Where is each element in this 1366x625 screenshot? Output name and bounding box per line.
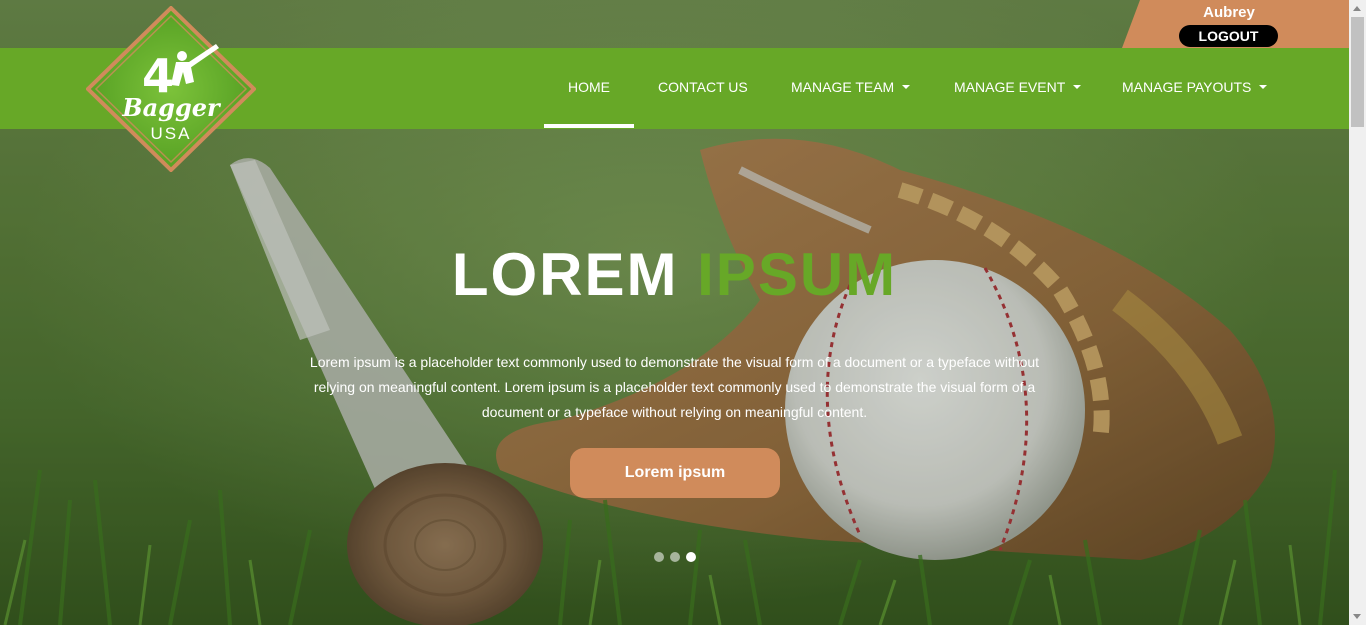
logo-country: USA	[151, 124, 192, 143]
scroll-down-icon[interactable]	[1353, 614, 1361, 619]
caret-down-icon	[902, 85, 911, 89]
caret-down-icon	[1259, 85, 1268, 89]
logout-button[interactable]: LOGOUT	[1179, 25, 1278, 47]
nav-active-indicator	[544, 124, 634, 128]
user-panel: Aubrey LOGOUT	[1122, 0, 1349, 48]
nav-home[interactable]: HOME	[568, 48, 610, 129]
user-name: Aubrey	[1203, 4, 1255, 21]
nav-manage-team-label: MANAGE TEAM	[791, 79, 895, 95]
nav-manage-payouts-dropdown[interactable]: MANAGE PAYOUTS	[1122, 48, 1268, 129]
nav-manage-payouts-label: MANAGE PAYOUTS	[1122, 79, 1252, 95]
nav-manage-event-label: MANAGE EVENT	[954, 79, 1066, 95]
nav-manage-event-dropdown[interactable]: MANAGE EVENT	[954, 48, 1082, 129]
hero-title: LOREM IPSUM	[0, 240, 1349, 309]
scroll-thumb[interactable]	[1351, 17, 1364, 127]
nav-contact-label: CONTACT US	[658, 79, 748, 95]
nav-home-label: HOME	[568, 79, 610, 95]
carousel-dot-3[interactable]	[686, 552, 696, 562]
hero-title-white: LOREM	[451, 241, 679, 308]
scroll-up-icon[interactable]	[1353, 6, 1361, 11]
hero-title-green: IPSUM	[697, 241, 898, 308]
hero-cta-button[interactable]: Lorem ipsum	[570, 448, 780, 498]
hero-description: Lorem ipsum is a placeholder text common…	[309, 354, 1040, 420]
vertical-scrollbar[interactable]	[1349, 0, 1366, 625]
carousel-dot-2[interactable]	[670, 552, 680, 562]
carousel-indicators	[654, 549, 702, 567]
nav-manage-team-dropdown[interactable]: MANAGE TEAM	[791, 48, 911, 129]
carousel-dot-1[interactable]	[654, 552, 664, 562]
brand-logo[interactable]: 4 Bagger USA	[85, 5, 257, 173]
logo-word: Bagger	[121, 93, 222, 122]
caret-down-icon	[1073, 85, 1082, 89]
nav-contact-us[interactable]: CONTACT US	[658, 48, 748, 129]
